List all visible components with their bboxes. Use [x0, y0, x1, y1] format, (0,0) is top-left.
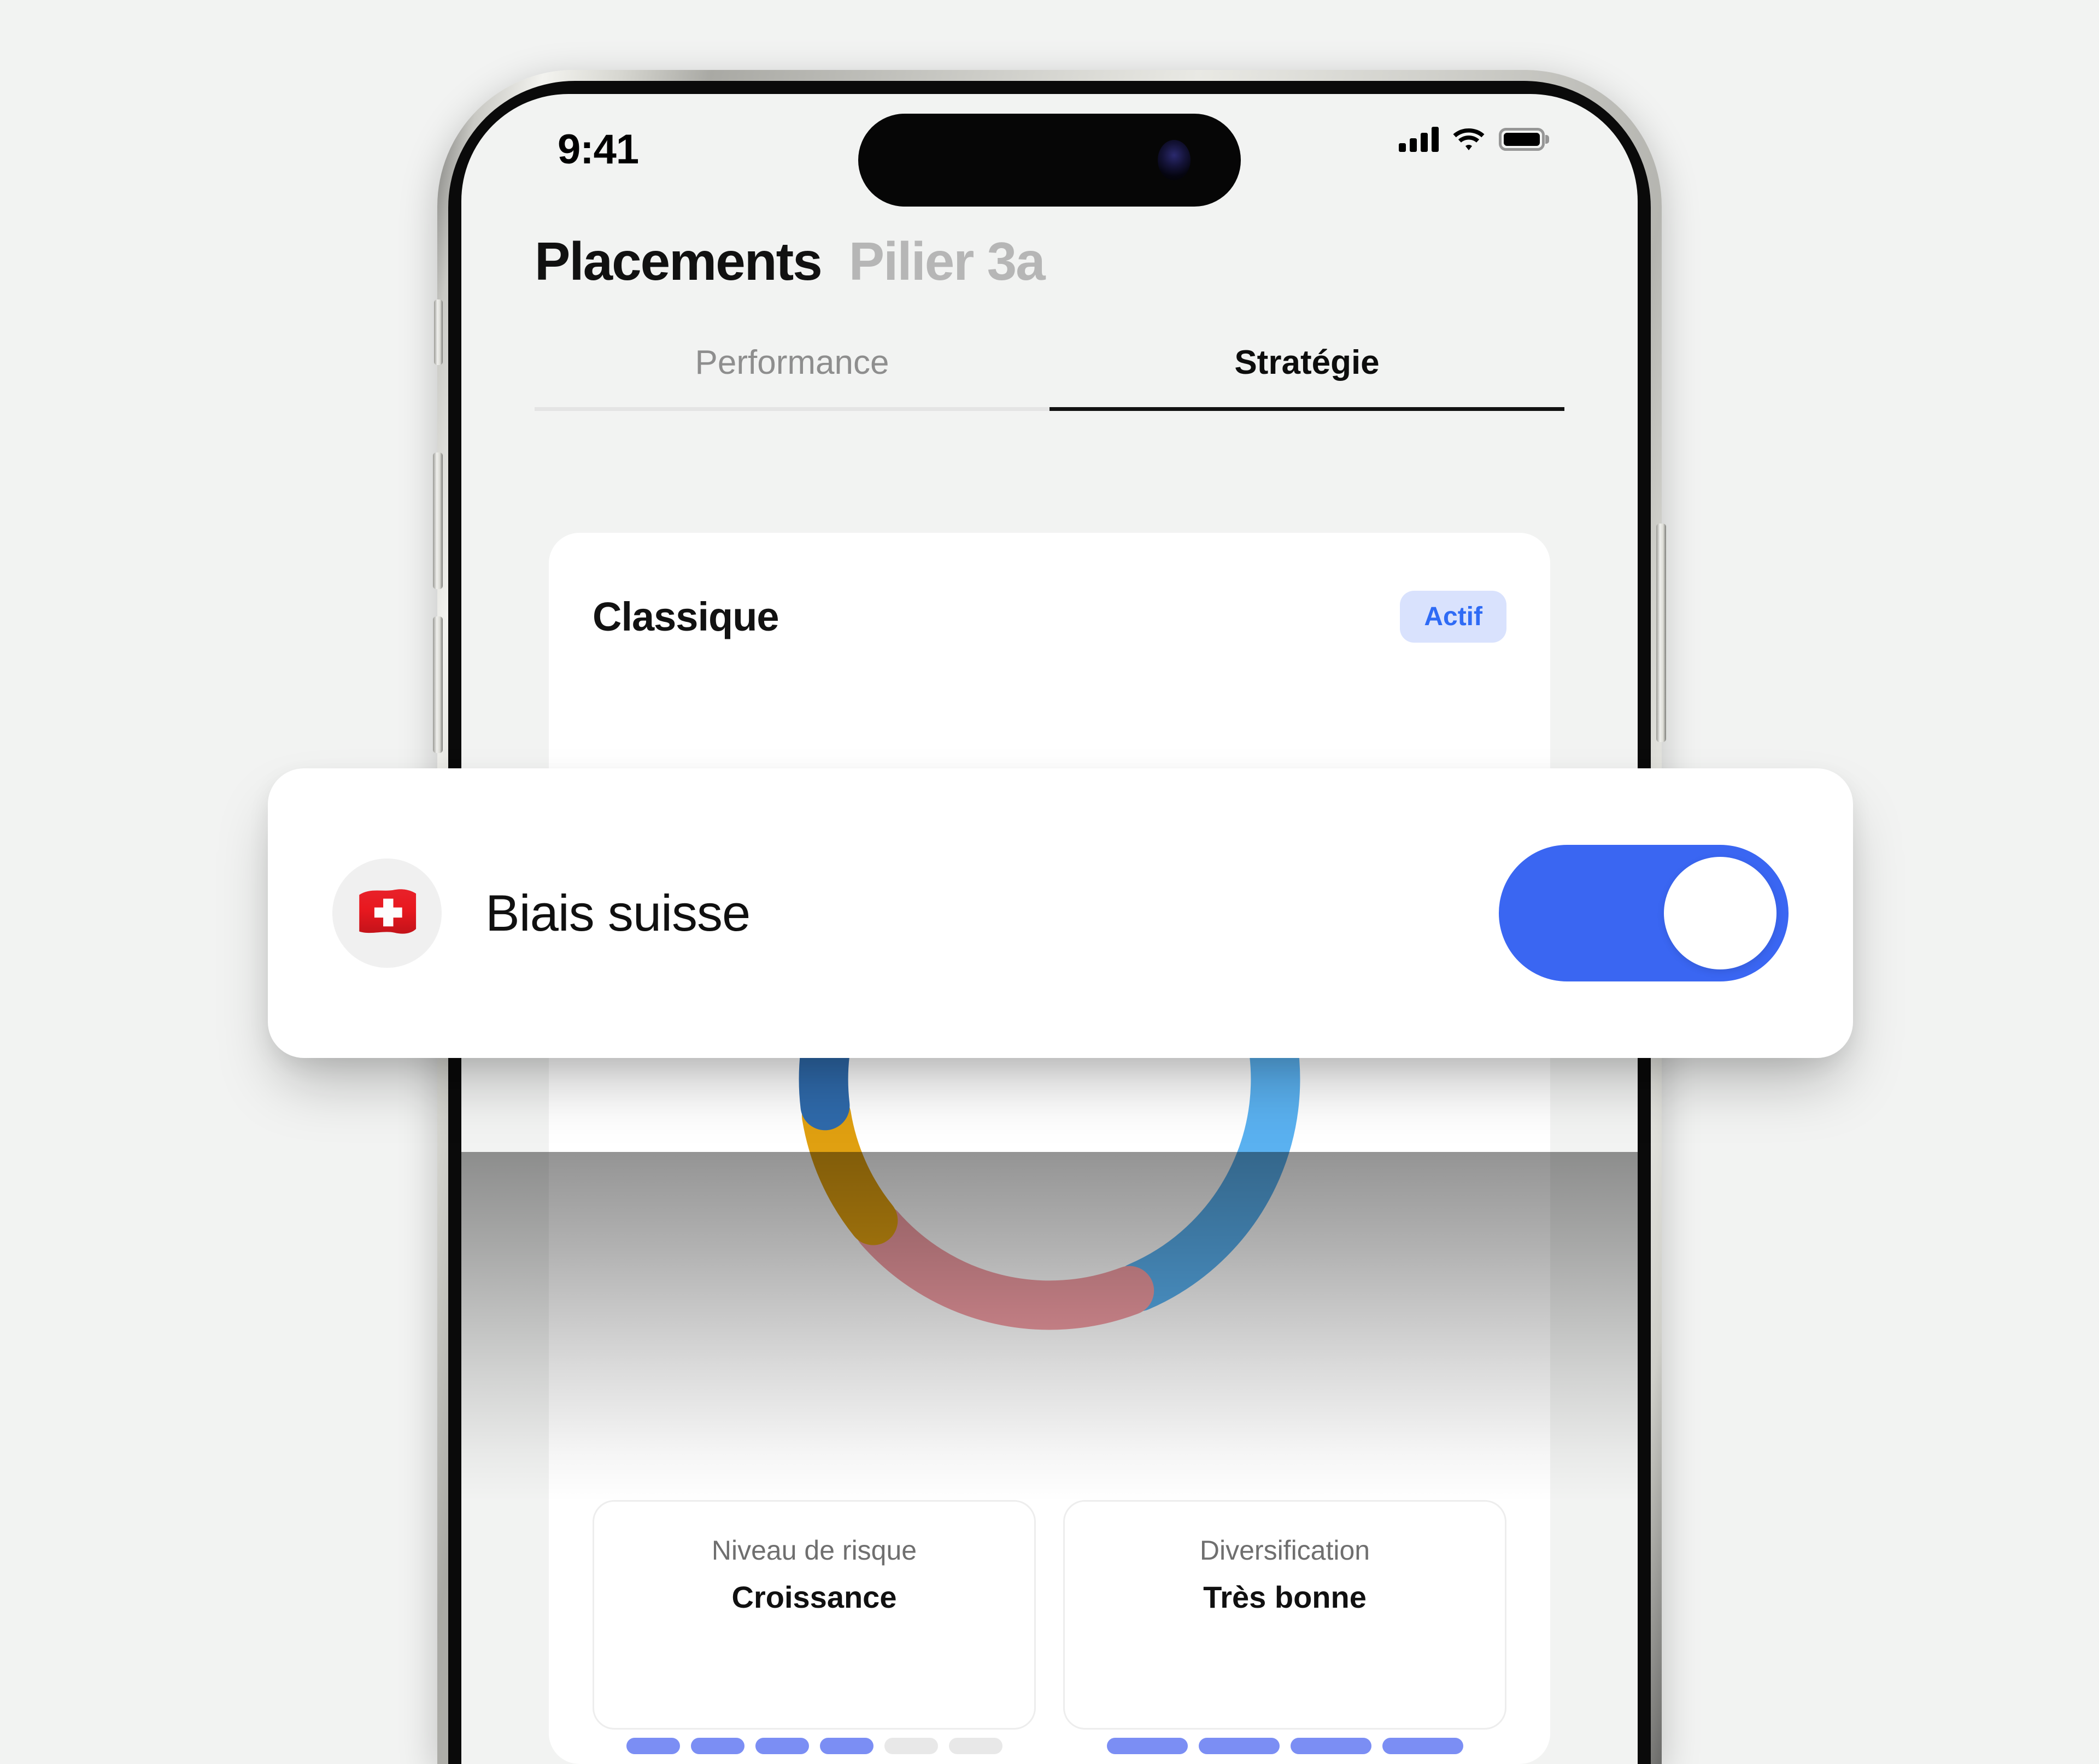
metric-value: Très bonne: [1203, 1580, 1367, 1614]
tab-bar: Performance Stratégie: [535, 343, 1564, 411]
strategy-card: Classique Actif Niveau de risque Croissa…: [549, 533, 1550, 1764]
status-bar-time: 9:41: [558, 126, 639, 173]
level-segment: [626, 1738, 680, 1754]
front-camera-lens-icon: [1158, 140, 1191, 180]
cellular-signal-icon: [1399, 127, 1439, 152]
swiss-flag-glyph: [359, 889, 417, 934]
metric-label: Niveau de risque: [711, 1535, 917, 1566]
swiss-bias-toggle[interactable]: [1499, 845, 1789, 981]
level-segment: [690, 1738, 744, 1754]
page-title-secondary[interactable]: Pilier 3a: [849, 231, 1046, 292]
metric-level-indicator: [594, 1738, 1034, 1754]
metric-card-row: Niveau de risque Croissance Diversificat…: [593, 1500, 1506, 1754]
metric-level-indicator: [1065, 1738, 1505, 1754]
status-bar: 9:41: [461, 94, 1638, 225]
tab-strategie[interactable]: Stratégie: [1050, 343, 1564, 411]
level-segment: [948, 1738, 1002, 1754]
level-segment: [1106, 1738, 1188, 1754]
metric-card-risque[interactable]: Niveau de risque Croissance: [593, 1500, 1036, 1754]
swiss-flag-icon: [332, 859, 442, 968]
power-button[interactable]: [1656, 524, 1666, 742]
status-bar-indicators: [1399, 127, 1545, 152]
tab-performance[interactable]: Performance: [535, 343, 1050, 411]
level-segment: [755, 1738, 809, 1754]
page-title: Placements Pilier 3a: [535, 231, 1046, 292]
strategy-card-header: Classique Actif: [593, 591, 1506, 643]
level-segment: [1290, 1738, 1371, 1754]
volume-up-button[interactable]: [433, 452, 443, 589]
level-segment: [1198, 1738, 1280, 1754]
page-title-primary: Placements: [535, 231, 823, 291]
toggle-knob: [1664, 857, 1776, 969]
level-segment: [884, 1738, 938, 1754]
volume-down-button[interactable]: [433, 616, 443, 753]
dynamic-island: [858, 114, 1241, 207]
wifi-icon: [1453, 128, 1485, 150]
swiss-bias-setting-card[interactable]: Biais suisse: [268, 768, 1853, 1058]
metric-card-diversification[interactable]: Diversification Très bonne: [1063, 1500, 1506, 1754]
metric-label: Diversification: [1199, 1535, 1370, 1566]
silent-switch-button[interactable]: [434, 299, 443, 365]
status-badge: Actif: [1400, 591, 1506, 643]
level-segment: [1382, 1738, 1463, 1754]
swiss-bias-label: Biais suisse: [485, 884, 751, 942]
level-segment: [819, 1738, 873, 1754]
metric-value: Croissance: [731, 1580, 897, 1614]
battery-full-icon: [1499, 128, 1545, 151]
strategy-name: Classique: [593, 594, 779, 639]
